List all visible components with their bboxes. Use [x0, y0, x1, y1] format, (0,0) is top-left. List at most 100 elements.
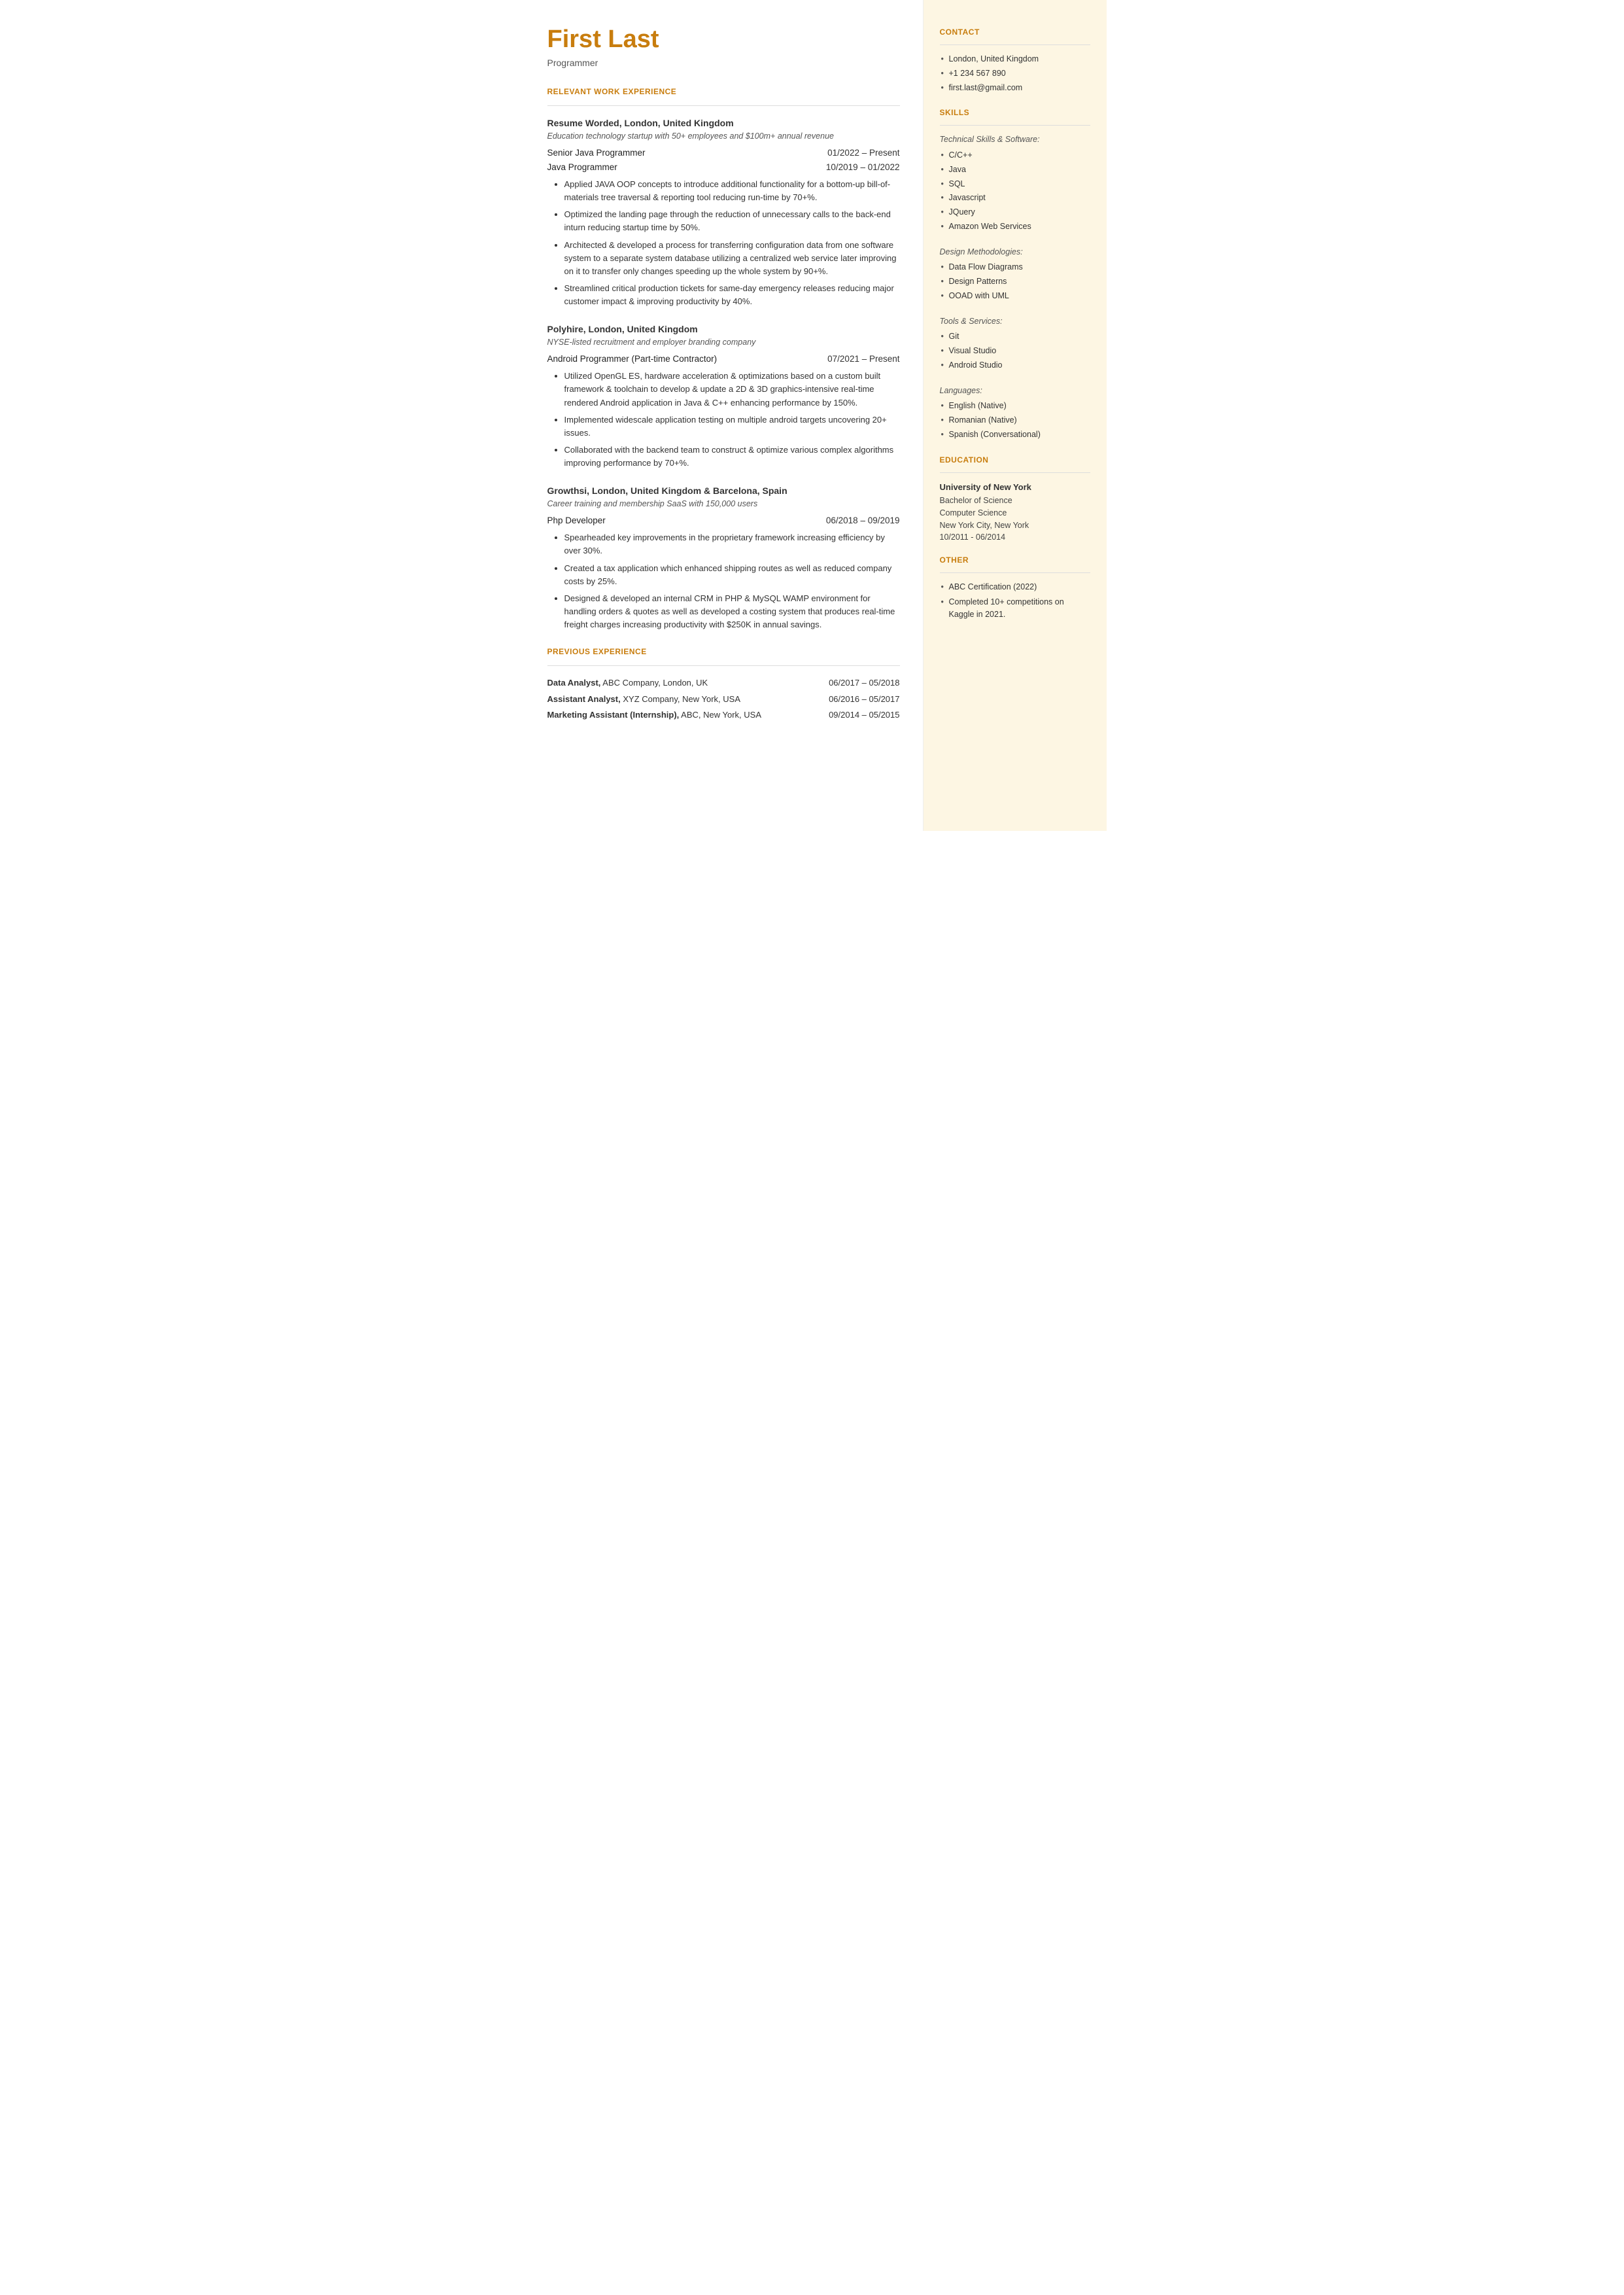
tools-list: Git Visual Studio Android Studio	[940, 330, 1090, 371]
tool-2: Visual Studio	[940, 345, 1090, 357]
edu-field-1: Computer Science	[940, 507, 1090, 519]
edu-dates-1: 10/2011 - 06/2014	[940, 531, 1090, 544]
company-location-2: London, United Kingdom	[589, 324, 698, 334]
company-label-3: Growthsi,	[547, 485, 590, 496]
contact-title: CONTACT	[940, 26, 1090, 41]
other-2: Completed 10+ competitions on Kaggle in …	[940, 596, 1090, 621]
company-location-3: London, United Kingdom & Barcelona, Spai…	[592, 485, 787, 496]
prev-row-3: Marketing Assistant (Internship), ABC, N…	[547, 709, 900, 722]
tool-3: Android Studio	[940, 359, 1090, 372]
contact-item-3: first.last@gmail.com	[940, 82, 1090, 94]
company-label-1: Resume Worded,	[547, 118, 622, 128]
design-list: Data Flow Diagrams Design Patterns OOAD …	[940, 261, 1090, 302]
prev-dates-1: 06/2017 – 05/2018	[829, 676, 899, 690]
tools-label: Tools & Services:	[940, 315, 1090, 328]
job-row-1b: Java Programmer 10/2019 – 01/2022	[547, 161, 900, 174]
technical-label: Technical Skills & Software:	[940, 133, 1090, 146]
job-title-2a: Android Programmer (Part-time Contractor…	[547, 353, 717, 366]
job-title-1a: Senior Java Programmer	[547, 147, 646, 160]
company-name-1: Resume Worded, London, United Kingdom	[547, 116, 900, 130]
other-list: ABC Certification (2022) Completed 10+ c…	[940, 581, 1090, 620]
edu-block-1: University of New York Bachelor of Scien…	[940, 481, 1090, 544]
job-title-1b: Java Programmer	[547, 161, 617, 174]
languages-label: Languages:	[940, 385, 1090, 397]
bullet-2-1: Utilized OpenGL ES, hardware acceleratio…	[564, 370, 900, 409]
bullet-list-2: Utilized OpenGL ES, hardware acceleratio…	[553, 370, 900, 470]
left-column: First Last Programmer RELEVANT WORK EXPE…	[518, 0, 924, 831]
bullet-1-3: Architected & developed a process for tr…	[564, 239, 900, 278]
edu-school-1: University of New York	[940, 481, 1090, 494]
right-column: CONTACT London, United Kingdom +1 234 56…	[924, 0, 1107, 831]
job-row-3a: Php Developer 06/2018 – 09/2019	[547, 514, 900, 527]
contact-list: London, United Kingdom +1 234 567 890 fi…	[940, 53, 1090, 94]
design-2: Design Patterns	[940, 275, 1090, 288]
previous-exp-title: PREVIOUS EXPERIENCE	[547, 646, 900, 660]
company-block-3: Growthsi, London, United Kingdom & Barce…	[547, 484, 900, 631]
bullet-3-1: Spearheaded key improvements in the prop…	[564, 531, 900, 557]
technical-list: C/C++ Java SQL Javascript JQuery Amazon …	[940, 149, 1090, 233]
tech-1: C/C++	[940, 149, 1090, 162]
prev-row-1: Data Analyst, ABC Company, London, UK 06…	[547, 676, 900, 690]
design-label: Design Methodologies:	[940, 246, 1090, 258]
edu-location-1: New York City, New York	[940, 519, 1090, 532]
languages-list: English (Native) Romanian (Native) Spani…	[940, 400, 1090, 440]
prev-job-title-3: Marketing Assistant (Internship),	[547, 710, 680, 720]
tech-6: Amazon Web Services	[940, 220, 1090, 233]
section-divider	[547, 105, 900, 106]
prev-company-2: XYZ Company, New York, USA	[621, 694, 740, 704]
prev-job-1: Data Analyst, ABC Company, London, UK	[547, 676, 708, 690]
other-title: OTHER	[940, 554, 1090, 569]
education-title: EDUCATION	[940, 454, 1090, 468]
previous-divider	[547, 665, 900, 666]
prev-job-title-2: Assistant Analyst,	[547, 694, 621, 704]
contact-divider	[940, 44, 1090, 45]
edu-degree-1: Bachelor of Science	[940, 495, 1090, 507]
lang-3: Spanish (Conversational)	[940, 429, 1090, 441]
bullet-1-2: Optimized the landing page through the r…	[564, 208, 900, 234]
job-dates-1a: 01/2022 – Present	[827, 147, 899, 160]
bullet-1-1: Applied JAVA OOP concepts to introduce a…	[564, 178, 900, 204]
bullet-1-4: Streamlined critical production tickets …	[564, 282, 900, 308]
lang-2: Romanian (Native)	[940, 414, 1090, 427]
prev-dates-2: 06/2016 – 05/2017	[829, 693, 899, 706]
job-dates-3a: 06/2018 – 09/2019	[826, 514, 900, 527]
bullet-3-3: Designed & developed an internal CRM in …	[564, 592, 900, 631]
bullet-2-3: Collaborated with the backend team to co…	[564, 444, 900, 470]
candidate-title: Programmer	[547, 56, 900, 70]
skills-divider	[940, 125, 1090, 126]
company-name-3: Growthsi, London, United Kingdom & Barce…	[547, 484, 900, 498]
tech-2: Java	[940, 164, 1090, 176]
prev-company-1: ABC Company, London, UK	[600, 678, 708, 688]
bullet-list-1: Applied JAVA OOP concepts to introduce a…	[553, 178, 900, 308]
tech-3: SQL	[940, 178, 1090, 190]
company-block-2: Polyhire, London, United Kingdom NYSE-li…	[547, 323, 900, 470]
job-dates-2a: 07/2021 – Present	[827, 353, 899, 366]
job-dates-1b: 10/2019 – 01/2022	[826, 161, 900, 174]
prev-job-3: Marketing Assistant (Internship), ABC, N…	[547, 709, 762, 722]
other-1: ABC Certification (2022)	[940, 581, 1090, 593]
company-label-2: Polyhire,	[547, 324, 586, 334]
job-row-1a: Senior Java Programmer 01/2022 – Present	[547, 147, 900, 160]
design-1: Data Flow Diagrams	[940, 261, 1090, 273]
resume-page: First Last Programmer RELEVANT WORK EXPE…	[518, 0, 1107, 831]
prev-dates-3: 09/2014 – 05/2015	[829, 709, 899, 722]
skills-title: SKILLS	[940, 107, 1090, 121]
job-row-2a: Android Programmer (Part-time Contractor…	[547, 353, 900, 366]
candidate-name: First Last	[547, 26, 900, 54]
contact-item-1: London, United Kingdom	[940, 53, 1090, 65]
prev-row-2: Assistant Analyst, XYZ Company, New York…	[547, 693, 900, 706]
education-divider	[940, 472, 1090, 473]
lang-1: English (Native)	[940, 400, 1090, 412]
tool-1: Git	[940, 330, 1090, 343]
bullet-2-2: Implemented widescale application testin…	[564, 413, 900, 440]
company-location-1: London, United Kingdom	[625, 118, 734, 128]
company-tagline-2: NYSE-listed recruitment and employer bra…	[547, 336, 900, 349]
company-name-2: Polyhire, London, United Kingdom	[547, 323, 900, 336]
prev-job-2: Assistant Analyst, XYZ Company, New York…	[547, 693, 741, 706]
bullet-3-2: Created a tax application which enhanced…	[564, 562, 900, 588]
job-title-3a: Php Developer	[547, 514, 606, 527]
bullet-list-3: Spearheaded key improvements in the prop…	[553, 531, 900, 631]
company-tagline-3: Career training and membership SaaS with…	[547, 498, 900, 510]
tech-4: Javascript	[940, 192, 1090, 204]
tech-5: JQuery	[940, 206, 1090, 219]
